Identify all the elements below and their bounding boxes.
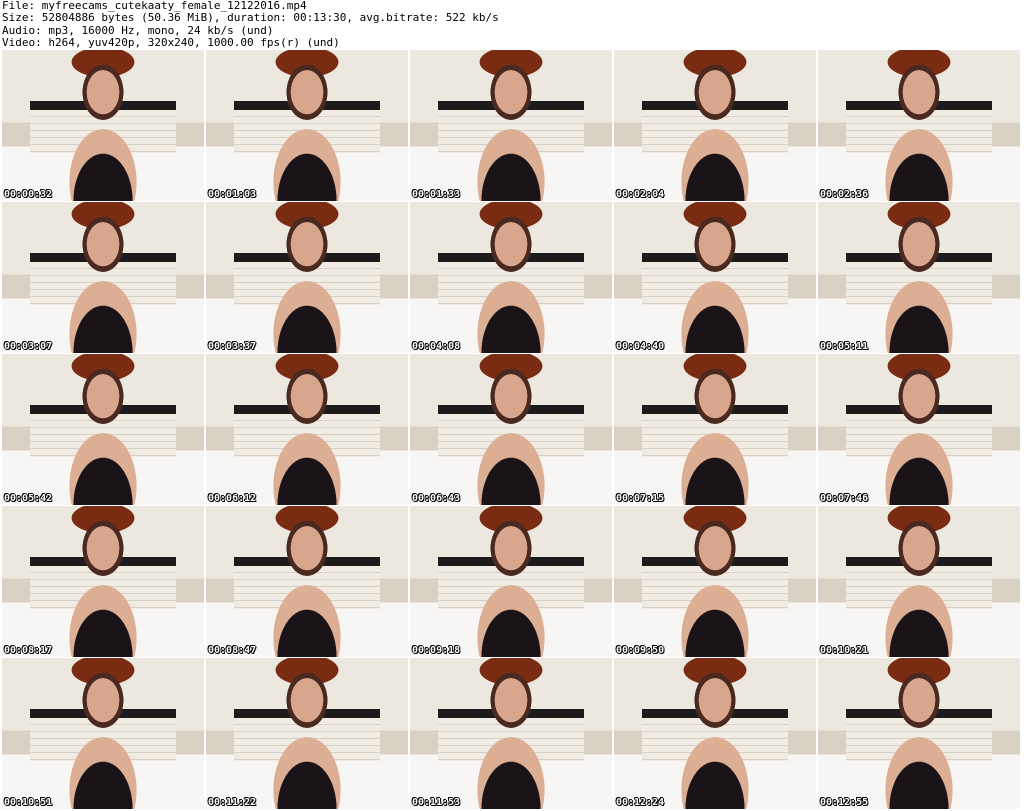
video-frame-thumbnail: 00:05:42 bbox=[2, 354, 204, 505]
video-frame-thumbnail: 00:12:24 bbox=[614, 658, 816, 809]
frame-timestamp: 00:04:40 bbox=[616, 341, 665, 352]
frame-timestamp: 00:07:46 bbox=[820, 493, 869, 504]
frame-timestamp: 00:07:15 bbox=[616, 493, 665, 504]
frame-image bbox=[818, 506, 1020, 657]
frame-timestamp: 00:00:32 bbox=[4, 189, 53, 200]
frame-image bbox=[2, 50, 204, 201]
frame-timestamp: 00:12:55 bbox=[820, 797, 869, 808]
frame-timestamp: 00:10:21 bbox=[820, 645, 869, 656]
video-frame-thumbnail: 00:09:50 bbox=[614, 506, 816, 657]
video-frame-thumbnail: 00:06:12 bbox=[206, 354, 408, 505]
video-frame-thumbnail: 00:11:22 bbox=[206, 658, 408, 809]
video-frame-thumbnail: 00:10:21 bbox=[818, 506, 1020, 657]
video-info-header: File: myfreecams_cutekaaty_female_121220… bbox=[0, 0, 1024, 50]
frame-timestamp: 00:09:18 bbox=[412, 645, 461, 656]
video-frame-thumbnail: 00:02:36 bbox=[818, 50, 1020, 201]
frame-timestamp: 00:11:53 bbox=[412, 797, 461, 808]
frame-image bbox=[206, 202, 408, 353]
frame-timestamp: 00:05:11 bbox=[820, 341, 869, 352]
thumbnail-grid: 00:00:32 00:01:03 00:01:33 00:02:04 00:02:36… bbox=[2, 50, 1020, 809]
video-frame-thumbnail: 00:04:08 bbox=[410, 202, 612, 353]
video-frame-thumbnail: 00:10:51 bbox=[2, 658, 204, 809]
frame-timestamp: 00:09:50 bbox=[616, 645, 665, 656]
frame-timestamp: 00:10:51 bbox=[4, 797, 53, 808]
frame-timestamp: 00:08:17 bbox=[4, 645, 53, 656]
frame-image bbox=[818, 354, 1020, 505]
video-frame-thumbnail: 00:05:11 bbox=[818, 202, 1020, 353]
frame-timestamp: 00:11:22 bbox=[208, 797, 257, 808]
video-frame-thumbnail: 00:02:04 bbox=[614, 50, 816, 201]
frame-timestamp: 00:12:24 bbox=[616, 797, 665, 808]
video-frame-thumbnail: 00:03:07 bbox=[2, 202, 204, 353]
video-frame-thumbnail: 00:01:33 bbox=[410, 50, 612, 201]
frame-image bbox=[410, 506, 612, 657]
frame-image bbox=[2, 658, 204, 809]
video-frame-thumbnail: 00:03:37 bbox=[206, 202, 408, 353]
frame-timestamp: 00:02:36 bbox=[820, 189, 869, 200]
frame-image bbox=[818, 50, 1020, 201]
video-frame-thumbnail: 00:06:43 bbox=[410, 354, 612, 505]
video-frame-thumbnail: 00:09:18 bbox=[410, 506, 612, 657]
frame-timestamp: 00:03:07 bbox=[4, 341, 53, 352]
video-frame-thumbnail: 00:04:40 bbox=[614, 202, 816, 353]
frame-timestamp: 00:06:43 bbox=[412, 493, 461, 504]
frame-timestamp: 00:02:04 bbox=[616, 189, 665, 200]
size-duration-line: Size: 52804886 bytes (50.36 MiB), durati… bbox=[2, 11, 499, 25]
video-frame-thumbnail: 00:11:53 bbox=[410, 658, 612, 809]
frame-timestamp: 00:06:12 bbox=[208, 493, 257, 504]
frame-image bbox=[614, 506, 816, 657]
frame-image bbox=[818, 658, 1020, 809]
frame-image bbox=[614, 50, 816, 201]
frame-timestamp: 00:04:08 bbox=[412, 341, 461, 352]
frame-image bbox=[206, 354, 408, 505]
frame-image bbox=[614, 658, 816, 809]
frame-image bbox=[206, 50, 408, 201]
frame-timestamp: 00:01:33 bbox=[412, 189, 461, 200]
frame-image bbox=[206, 506, 408, 657]
frame-image bbox=[818, 202, 1020, 353]
frame-timestamp: 00:08:47 bbox=[208, 645, 257, 656]
video-frame-thumbnail: 00:07:46 bbox=[818, 354, 1020, 505]
frame-image bbox=[614, 354, 816, 505]
frame-image bbox=[614, 202, 816, 353]
frame-image bbox=[2, 202, 204, 353]
video-frame-thumbnail: 00:12:55 bbox=[818, 658, 1020, 809]
frame-timestamp: 00:01:03 bbox=[208, 189, 257, 200]
frame-timestamp: 00:03:37 bbox=[208, 341, 257, 352]
frame-image bbox=[2, 506, 204, 657]
video-frame-thumbnail: 00:01:03 bbox=[206, 50, 408, 201]
video-info-line: Video: h264, yuv420p, 320x240, 1000.00 f… bbox=[2, 35, 340, 49]
video-frame-thumbnail: 00:08:17 bbox=[2, 506, 204, 657]
video-frame-thumbnail: 00:00:32 bbox=[2, 50, 204, 201]
frame-image bbox=[410, 658, 612, 809]
frame-image bbox=[410, 354, 612, 505]
video-frame-thumbnail: 00:07:15 bbox=[614, 354, 816, 505]
frame-timestamp: 00:05:42 bbox=[4, 493, 53, 504]
frame-image bbox=[206, 658, 408, 809]
frame-image bbox=[410, 202, 612, 353]
video-frame-thumbnail: 00:08:47 bbox=[206, 506, 408, 657]
frame-image bbox=[2, 354, 204, 505]
frame-image bbox=[410, 50, 612, 201]
